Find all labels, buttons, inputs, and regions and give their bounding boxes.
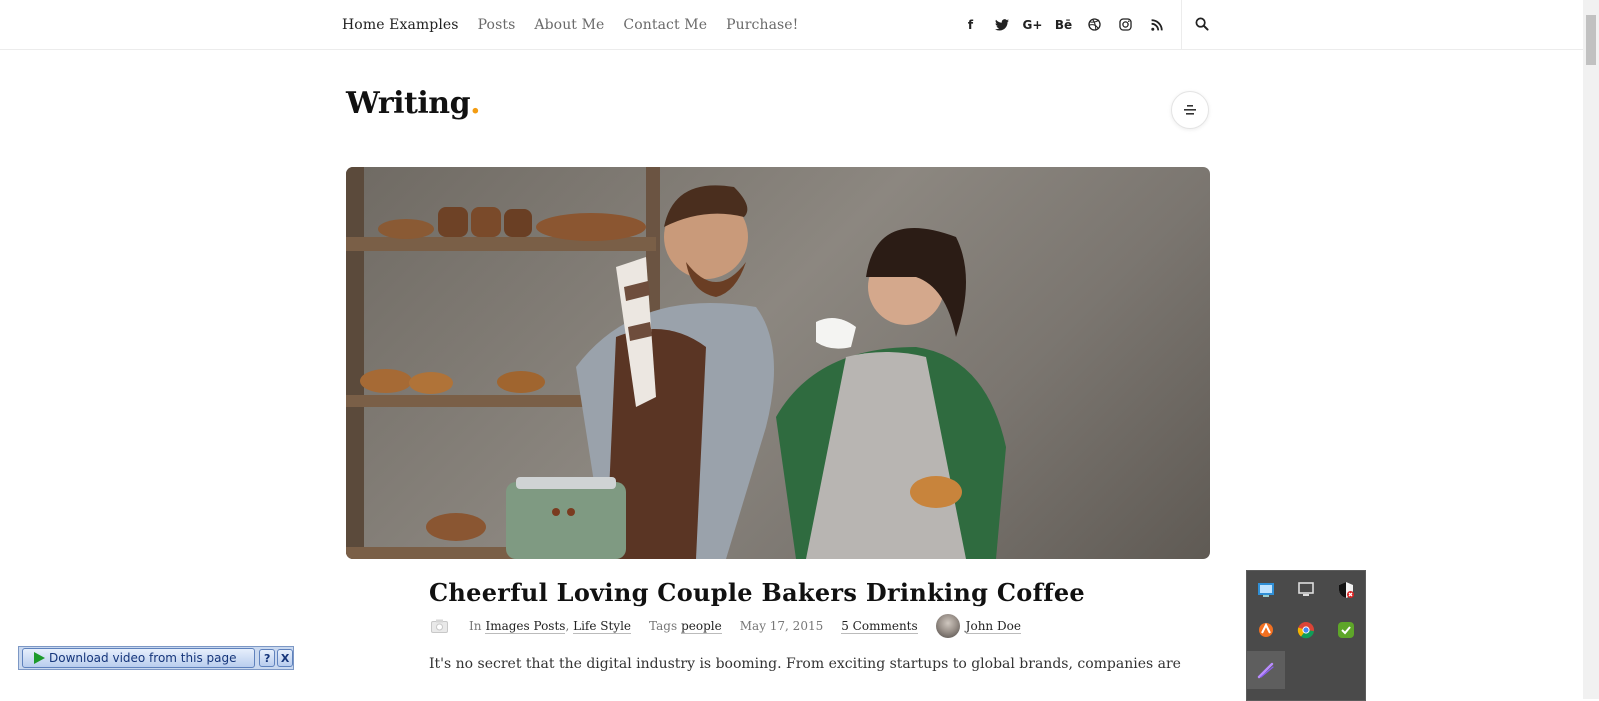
nav-divider [1181, 0, 1182, 49]
social-links: f G+ Bē [955, 0, 1172, 49]
help-button[interactable]: ? [259, 649, 276, 667]
top-navigation-bar: Home Examples Posts About Me Contact Me … [0, 0, 1583, 50]
security-shield-icon[interactable] [1331, 575, 1361, 605]
category-separator: , [565, 619, 574, 633]
logo-text: Writing [346, 86, 471, 121]
page-scrollbar[interactable] [1583, 0, 1599, 699]
main-nav: Home Examples Posts About Me Contact Me … [342, 0, 817, 49]
site-logo[interactable]: Writing. [346, 86, 481, 121]
menu-toggle-button[interactable] [1171, 91, 1209, 129]
image-format-icon [429, 618, 449, 634]
post-featured-image[interactable] [346, 167, 1210, 559]
avast-icon[interactable] [1251, 615, 1281, 645]
nav-contact-me[interactable]: Contact Me [623, 17, 707, 33]
logo-dot: . [470, 86, 481, 121]
category-link[interactable]: Images Posts [485, 619, 566, 634]
behance-icon[interactable]: Bē [1048, 15, 1079, 35]
nav-posts[interactable]: Posts [478, 17, 516, 33]
update-check-icon[interactable] [1331, 615, 1361, 645]
categories-label: In [469, 619, 482, 633]
search-icon [1195, 17, 1209, 31]
dribbble-icon[interactable] [1079, 15, 1110, 35]
chrome-icon[interactable] [1291, 615, 1321, 645]
download-video-label: Download video from this page [49, 651, 237, 665]
menu-icon [1184, 105, 1196, 115]
tags-label: Tags [649, 619, 678, 633]
system-tray-overflow [1246, 570, 1366, 701]
google-plus-icon[interactable]: G+ [1017, 15, 1048, 35]
close-button[interactable]: X [277, 649, 294, 667]
network-app-icon[interactable] [1251, 575, 1281, 605]
nav-about-me[interactable]: About Me [534, 17, 604, 33]
post-date: May 17, 2015 [739, 619, 824, 633]
author-avatar[interactable] [935, 614, 960, 638]
category-link[interactable]: Life Style [573, 619, 632, 634]
search-button[interactable] [1190, 12, 1214, 36]
download-video-bar: Download video from this page ? X [18, 646, 294, 670]
download-video-button[interactable]: Download video from this page [22, 648, 256, 668]
scrollbar-thumb[interactable] [1586, 15, 1596, 65]
tag-link[interactable]: people [681, 619, 722, 634]
post-excerpt: It's no secret that the digital industry… [429, 656, 1181, 672]
comments-link[interactable]: 5 Comments [841, 619, 918, 634]
post-title[interactable]: Cheerful Loving Couple Bakers Drinking C… [429, 578, 1085, 607]
pen-tool-icon[interactable] [1247, 651, 1285, 689]
twitter-icon[interactable] [986, 15, 1017, 35]
author-link[interactable]: John Doe [965, 619, 1021, 634]
instagram-icon[interactable] [1110, 15, 1141, 35]
nav-home-examples[interactable]: Home Examples [342, 17, 459, 33]
rss-icon[interactable] [1141, 15, 1172, 35]
monitor-icon[interactable] [1291, 575, 1321, 605]
post-meta: In Images Posts, Life Style Tags people … [429, 614, 1021, 638]
facebook-icon[interactable]: f [955, 15, 986, 35]
nav-purchase[interactable]: Purchase! [726, 17, 798, 33]
play-icon [34, 652, 45, 664]
